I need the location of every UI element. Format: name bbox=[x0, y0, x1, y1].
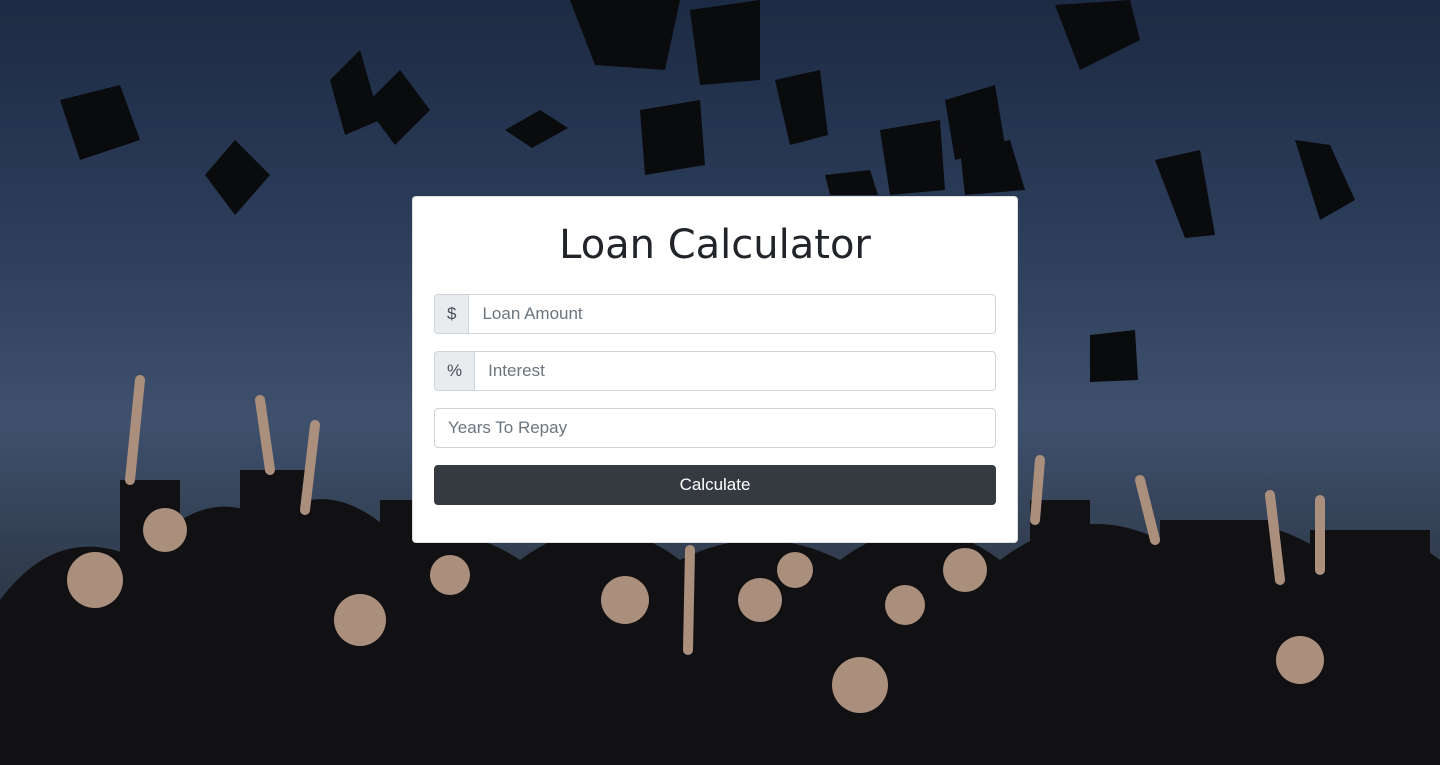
loan-amount-input[interactable] bbox=[468, 294, 996, 334]
calculate-button[interactable]: Calculate bbox=[434, 465, 996, 505]
loan-calculator-card: Loan Calculator $ % Calculate bbox=[412, 196, 1018, 543]
interest-group: % bbox=[434, 351, 996, 391]
interest-input[interactable] bbox=[474, 351, 996, 391]
years-to-repay-input[interactable] bbox=[434, 408, 996, 448]
loan-amount-group: $ bbox=[434, 294, 996, 334]
years-group bbox=[434, 408, 996, 448]
dollar-addon: $ bbox=[434, 294, 469, 334]
percent-addon: % bbox=[434, 351, 475, 391]
page-title: Loan Calculator bbox=[559, 222, 871, 268]
